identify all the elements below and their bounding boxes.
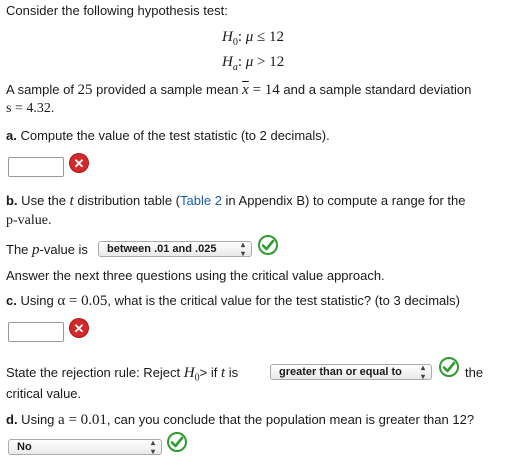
critical-value-input[interactable] (8, 322, 64, 342)
question-c-text2: , what is the critical value for the tes… (107, 293, 460, 308)
pvalue-label-pre: The (6, 242, 33, 257)
question-b-text3: in Appendix B) to compute a range for th… (221, 193, 466, 208)
question-d-text1: Using (17, 412, 59, 427)
question-a: a. Compute the value of the test statist… (6, 128, 330, 143)
sample-mean: = 14 (248, 82, 280, 98)
question-b-label: b. (6, 193, 18, 208)
sample-text-2: provided a sample mean (92, 82, 243, 97)
sample-description: A sample of 25 provided a sample mean x … (6, 82, 472, 98)
rejection-text3: is (225, 365, 239, 380)
question-a-label: a. (6, 128, 17, 143)
pvalue-label-post: -value is (39, 242, 88, 257)
x-icon: ✕ (70, 154, 88, 172)
sample-text-1: A sample of (6, 82, 78, 97)
sample-std: s = 4.32. (6, 101, 55, 116)
intro-text: Consider the following hypothesis test: (6, 3, 228, 18)
sample-text-4: and a sample standard deviation (279, 82, 472, 97)
x-icon: ✕ (70, 319, 88, 337)
rejection-text4: the (465, 365, 484, 380)
conclusion-select[interactable]: No ▴ ▾ (8, 438, 162, 456)
question-a-text: Compute the value of the test statistic … (16, 128, 330, 143)
null-hypothesis: H0: μ ≤ 12 (222, 29, 285, 48)
chevron-updown-icon: ▴ ▾ (150, 438, 155, 456)
question-b-text2: distribution table ( (73, 193, 180, 208)
question-d-alpha: a = 0.01 (58, 412, 107, 428)
sample-size: 25 (77, 82, 93, 98)
question-b-line2: p-value. (6, 213, 52, 228)
rejection-text1: State the rejection rule: Reject (6, 365, 184, 380)
rejection-select[interactable]: greater than or equal to ▴ ▾ (270, 363, 432, 381)
checkmark-icon (439, 357, 459, 377)
pvalue-label-p: p (32, 242, 40, 258)
test-statistic-input[interactable] (8, 157, 64, 177)
checkmark-icon (258, 235, 278, 255)
chevron-updown-icon: ▴ ▾ (240, 240, 245, 258)
chevron-updown-icon: ▴ ▾ (420, 363, 425, 381)
conclusion-select-value: No (17, 441, 32, 453)
rejection-rule: State the rejection rule: Reject H0> if … (6, 365, 239, 384)
question-c: c. Using α = 0.05, what is the critical … (6, 293, 460, 310)
alternative-hypothesis: Ha: μ > 12 (222, 54, 285, 73)
question-d-label: d. (6, 412, 18, 427)
question-c-alpha: α = 0.05 (57, 293, 108, 309)
pvalue-select-value: between .01 and .025 (107, 243, 217, 255)
question-d: d. Using a = 0.01, can you conclude that… (6, 412, 474, 429)
pvalue-label: The p-value is (6, 242, 88, 259)
question-d-text2: , can you conclude that the population m… (106, 412, 475, 427)
null-hypothesis-value: ≤ 12 (257, 29, 285, 45)
question-b: b. Use the t distribution table (Table 2… (6, 193, 465, 210)
rejection-text2: > if (199, 365, 221, 380)
table-2-link[interactable]: Table 2 (180, 193, 222, 208)
question-c-label: c. (6, 293, 17, 308)
question-b-text1: Use the (17, 193, 70, 208)
pvalue-select[interactable]: between .01 and .025 ▴ ▾ (98, 240, 252, 258)
checkmark-icon (167, 432, 187, 452)
alt-hypothesis-value: > 12 (257, 54, 285, 70)
critical-intro: Answer the next three questions using th… (6, 268, 385, 283)
rejection-select-value: greater than or equal to (279, 366, 402, 378)
question-c-text1: Using (16, 293, 58, 308)
rejection-h: H (183, 365, 195, 381)
rejection-line2: critical value. (6, 386, 82, 401)
